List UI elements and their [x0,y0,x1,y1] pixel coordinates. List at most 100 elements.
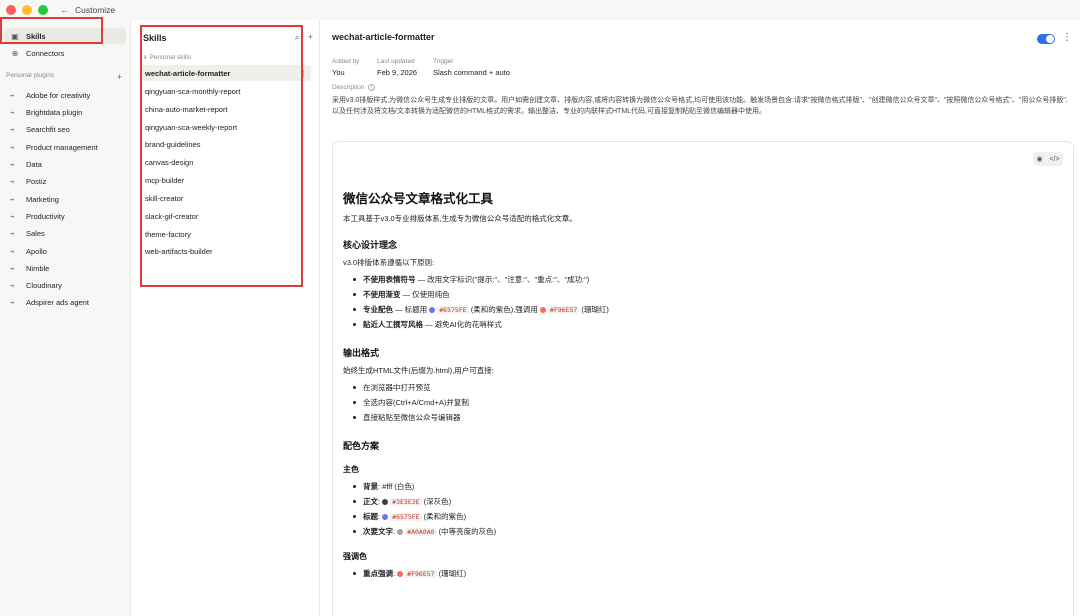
accent-colors-list: 重点强调: #F96E57 (珊瑚红) [343,566,1043,581]
item-bold: 正文 [363,497,378,506]
description-text: 采用v3.0排版样式,为微信公众号生成专业排版的文章。用户如需创建文章、排版内容… [332,97,1068,115]
skill-label: brand-guidelines [145,139,201,149]
meta-value: You [332,68,345,77]
item-text: (柔和的紫色),强调用 [468,305,540,314]
close-window-button[interactable] [6,5,16,15]
list-item: 在浏览器中打开预览 [343,380,1043,395]
plugin-label: Product management [26,142,98,152]
item-text: (珊瑚红) [436,569,467,578]
skill-item[interactable]: canvas-design [141,154,311,170]
plugin-item[interactable]: ⌁ Apollo [4,244,126,258]
plugin-item[interactable]: ⌁ Productivity [4,209,126,223]
item-bold: 不使用表情符号 [363,275,416,284]
item-bold: 专业配色 [363,305,393,314]
personal-skills-group[interactable]: ∨ Personal skills [143,53,191,61]
plugin-item[interactable]: ⌁ Adobe for creativity [4,88,126,102]
meta-label: Trigger [433,58,454,65]
plugin-label: Sales [26,228,45,238]
view-mode-toggle[interactable]: ◉ </> [1033,152,1063,166]
section-heading: 输出格式 [343,348,380,358]
plugin-item[interactable]: ⌁ Product management [4,140,126,154]
skill-item[interactable]: qingyuan-sca-weekly-report [141,119,311,135]
meta-value: Slash command + auto [433,68,510,77]
skill-item-selected[interactable]: wechat-article-formatter ⋮ [141,65,311,81]
more-options-icon[interactable]: ⋮ [1062,32,1072,43]
skill-item[interactable]: theme-factory [141,226,311,242]
list-item: 标题: #6575FE (柔和的紫色) [343,509,1043,524]
principles-list: 不使用表情符号 — 改用文字标识("提示:"、"注意:"、"重点:"、"成功:"… [343,272,1043,332]
more-options-icon[interactable]: ⋮ [300,69,308,78]
color-code: #3E3E3E [390,498,422,506]
add-plugin-button[interactable]: + [117,72,122,82]
connectors-icon: ⊕ [11,48,19,58]
skill-detail-pane: wechat-article-formatter ⋮ Added by You … [320,20,1080,616]
plugin-icon: ⌁ [10,228,15,238]
color-swatch [539,307,546,314]
skill-item[interactable]: skill-creator [141,190,311,206]
plugin-icon: ⌁ [10,246,15,256]
meta-label: Last updated [377,58,415,65]
section-heading: 配色方案 [343,441,380,451]
skills-panel: Skills ⌕ + ∨ Personal skills wechat-arti… [131,20,320,616]
item-text: — 改用文字标识("提示:"、"注意:"、"重点:"、"成功:") [415,275,590,284]
back-arrow-icon[interactable]: ← [60,5,69,15]
plugin-icon: ⌁ [10,194,15,204]
plugin-label: Searchfit seo [26,124,70,134]
skill-item[interactable]: web-artifacts-builder [141,243,311,259]
plugin-icon: ⌁ [10,211,15,221]
plugin-item[interactable]: ⌁ Nimble [4,261,126,275]
section-lead: 始终生成HTML文件(后缀为.html),用户可直接: [343,366,494,375]
item-text: (中等亮度的灰色) [436,527,497,536]
nav-item-skills[interactable]: ▣ Skills [4,28,126,44]
color-code: #6575FE [437,306,469,314]
search-icon[interactable]: ⌕ [295,32,300,43]
plugin-item[interactable]: ⌁ Data [4,157,126,171]
plugin-label: Nimble [26,263,50,273]
eye-icon[interactable]: ◉ [1036,155,1042,163]
meta-value: Feb 9, 2026 [377,68,418,77]
trigger: Trigger Slash command + auto [433,58,510,77]
skill-item[interactable]: qingyuan-sca-monthly-report [141,83,311,99]
nav-item-label: Skills [26,31,46,41]
item-bold: 背景 [363,482,378,491]
item-bold: 贴近人工撰写风格 [363,320,423,329]
skill-item[interactable]: mcp-builder [141,172,311,188]
plugin-item[interactable]: ⌁ Postiz [4,174,126,188]
plugin-item[interactable]: ⌁ Sales [4,226,126,240]
item-text: (柔和的紫色) [421,512,467,521]
info-icon[interactable]: i [368,84,376,91]
rendered-document: 微信公众号文章格式化工具 本工具基于v3.0专业排版体系,生成专为微信公众号适配… [343,188,1043,581]
skill-item[interactable]: slack-gif-creator [141,208,311,224]
plugin-item[interactable]: ⌁ Marketing [4,192,126,206]
subsection-heading: 主色 [343,465,359,474]
minimize-window-button[interactable] [22,5,32,15]
skill-enabled-toggle[interactable] [1037,34,1055,44]
item-text: (深灰色) [421,497,452,506]
item-text: (珊瑚红) [579,305,609,314]
subsection-heading: 强调色 [343,552,367,561]
plugin-icon: ⌁ [10,107,15,117]
nav-item-connectors[interactable]: ⊕ Connectors [4,45,126,61]
code-icon[interactable]: </> [1049,156,1059,163]
skill-label: web-artifacts-builder [145,246,213,256]
list-item: 不使用渐变 — 仅使用纯色 [343,287,1043,302]
plugin-item[interactable]: ⌁ Brightdata plugin [4,105,126,119]
plugin-item[interactable]: ⌁ Searchfit seo [4,122,126,136]
plugin-item[interactable]: ⌁ Adspirer ads agent [4,295,126,309]
left-navigation: ▣ Skills ⊕ Connectors Personal plugins +… [0,20,131,616]
skill-label: theme-factory [145,229,191,239]
skills-header: Skills ⌕ + [143,32,313,43]
section-lead: v3.0排版体系遵循以下原则: [343,258,435,267]
plugin-icon: ⌁ [10,280,15,290]
add-skill-icon[interactable]: + [308,32,313,43]
skill-item[interactable]: china-auto-market-report [141,101,311,117]
color-code: #6575FE [390,513,422,521]
added-by: Added by You [332,58,359,77]
skill-item[interactable]: brand-guidelines [141,136,311,152]
plugin-item[interactable]: ⌁ Cloudinary [4,278,126,292]
maximize-window-button[interactable] [38,5,48,15]
scroll-fade [333,580,1073,616]
skill-label: slack-gif-creator [145,211,199,221]
plugin-icon: ⌁ [10,90,15,100]
doc-intro: 本工具基于v3.0专业排版体系,生成专为微信公众号适配的格式化文章。 [343,214,577,223]
